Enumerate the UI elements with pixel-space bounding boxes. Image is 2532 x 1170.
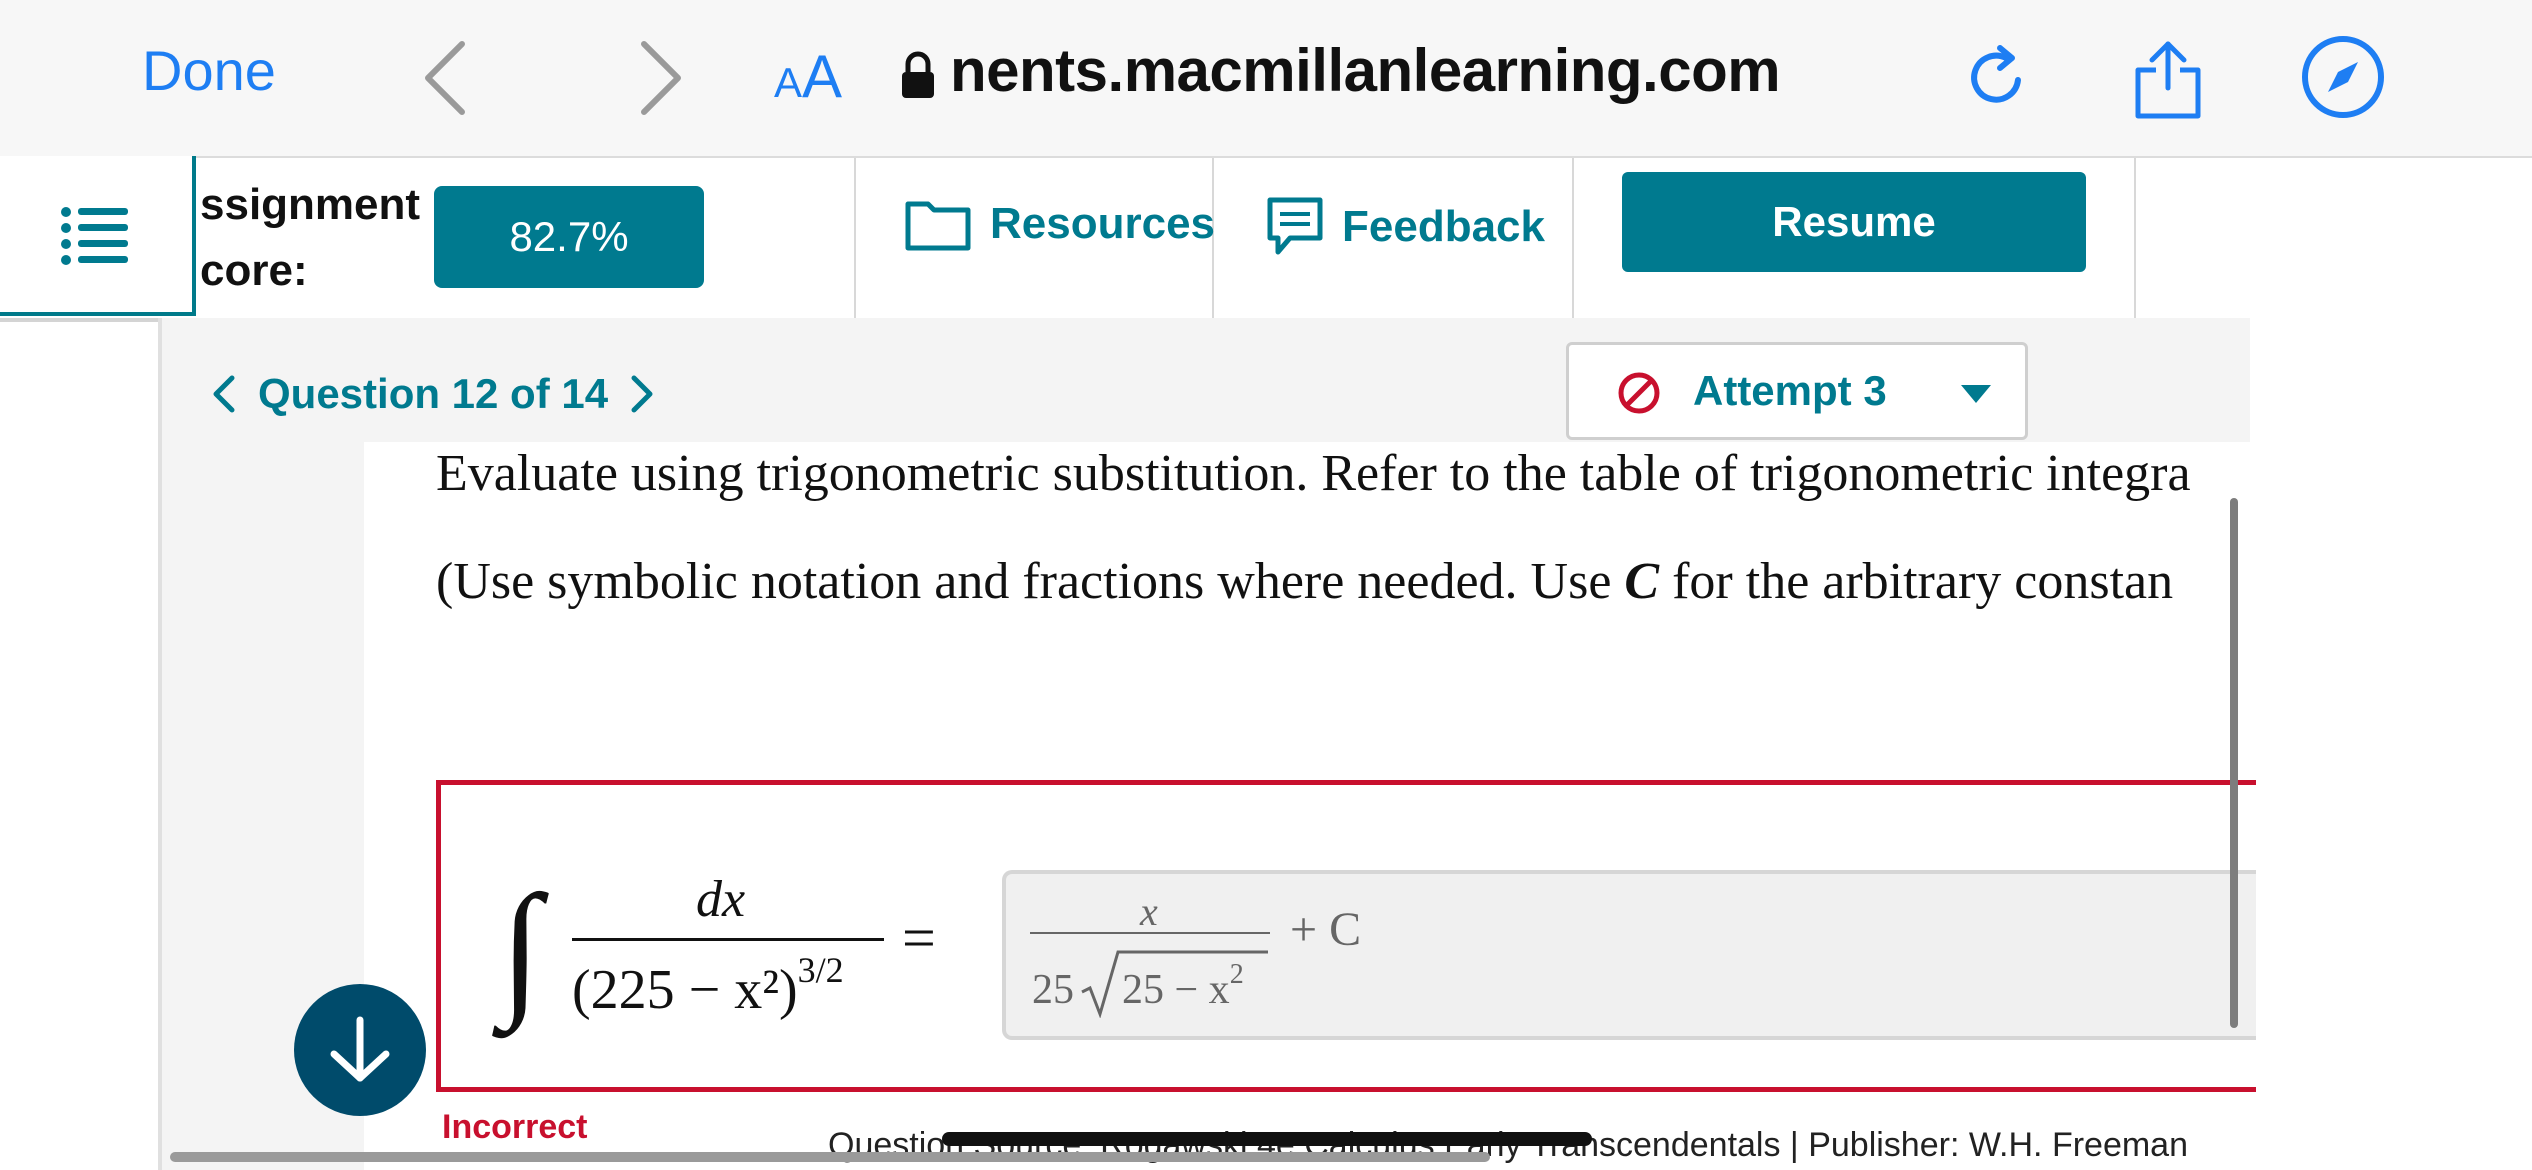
score-badge[interactable]: 82.7% bbox=[434, 186, 704, 288]
reload-icon[interactable] bbox=[1966, 40, 2032, 121]
incorrect-attempt-icon bbox=[1618, 372, 1660, 414]
url-field[interactable]: nents.macmillanlearning.com bbox=[950, 36, 1781, 105]
compass-icon[interactable] bbox=[2300, 34, 2386, 125]
question-counter: Question 12 of 14 bbox=[258, 370, 609, 417]
integrand-numerator: dx bbox=[696, 871, 746, 928]
denominator-exponent: 3/2 bbox=[797, 950, 844, 990]
score-label-line2: core: bbox=[200, 246, 308, 295]
menu-button[interactable] bbox=[0, 156, 196, 316]
fraction-bar bbox=[572, 938, 884, 941]
incorrect-status: Incorrect bbox=[442, 1108, 588, 1146]
integrand-denominator: (225 − x²)3/2 bbox=[572, 950, 844, 1022]
note-prefix: (Use symbolic notation and fractions whe… bbox=[436, 553, 1625, 610]
share-icon[interactable] bbox=[2130, 26, 2206, 127]
done-button[interactable]: Done bbox=[142, 38, 276, 103]
radicand-exponent: 2 bbox=[1229, 959, 1244, 990]
resume-button[interactable]: Resume bbox=[1622, 172, 2086, 272]
list-menu-icon bbox=[61, 207, 128, 265]
feedback-button[interactable]: Feedback bbox=[1266, 196, 1545, 258]
vertical-scrollbar[interactable] bbox=[2230, 498, 2238, 1028]
arrow-down-icon bbox=[330, 1016, 390, 1082]
home-indicator[interactable] bbox=[942, 1132, 1592, 1146]
back-chevron-icon[interactable] bbox=[420, 40, 470, 121]
feedback-label: Feedback bbox=[1342, 202, 1545, 251]
content-left-border bbox=[158, 318, 162, 1170]
radicand-base: 25 − x bbox=[1122, 967, 1230, 1013]
answer-constant: + C bbox=[1290, 903, 1362, 956]
denominator-base: (225 − x²) bbox=[572, 959, 798, 1021]
assignment-score-label: ssignment core: bbox=[200, 172, 420, 304]
attempt-dropdown[interactable]: Attempt 3 bbox=[1566, 342, 2028, 440]
constant-c: C bbox=[1624, 553, 1660, 610]
answer-coefficient: 25 bbox=[1032, 967, 1074, 1013]
resources-button[interactable]: Resources bbox=[904, 196, 1215, 252]
resources-label: Resources bbox=[990, 199, 1216, 248]
horizontal-scrollbar[interactable] bbox=[170, 1152, 1490, 1162]
next-question-icon[interactable] bbox=[630, 374, 656, 414]
attempt-label: Attempt 3 bbox=[1693, 367, 1887, 414]
answer-fraction-bar bbox=[1030, 932, 1270, 934]
prev-question-icon[interactable] bbox=[210, 374, 236, 414]
chevron-down-icon bbox=[1961, 385, 1991, 403]
answer-radicand: 25 − x2 bbox=[1122, 959, 1244, 1014]
header-divider bbox=[1572, 158, 1574, 318]
answer-numerator: x bbox=[1140, 889, 1158, 934]
folder-icon bbox=[905, 201, 971, 251]
scroll-down-button[interactable] bbox=[294, 984, 426, 1116]
question-note: (Use symbolic notation and fractions whe… bbox=[436, 552, 2173, 611]
question-instruction: Evaluate using trigonometric substitutio… bbox=[436, 445, 2191, 502]
text-size-button[interactable]: AA bbox=[774, 42, 842, 111]
text-size-big: A bbox=[802, 43, 843, 110]
equals-sign: = bbox=[902, 905, 936, 971]
question-navigation: Question 12 of 14 bbox=[210, 370, 656, 418]
text-size-small: A bbox=[774, 59, 803, 106]
score-label-line1: ssignment bbox=[200, 180, 421, 229]
browser-toolbar: Done AA nents.macmillanlearning.com bbox=[0, 0, 2532, 158]
note-suffix: for the arbitrary constan bbox=[1659, 553, 2174, 610]
header-divider bbox=[854, 158, 856, 318]
integral-symbol: ∫ bbox=[500, 865, 542, 1031]
header-divider bbox=[2134, 158, 2136, 318]
forward-chevron-icon[interactable] bbox=[636, 40, 686, 121]
lock-icon bbox=[900, 50, 936, 105]
feedback-icon bbox=[1267, 197, 1323, 255]
